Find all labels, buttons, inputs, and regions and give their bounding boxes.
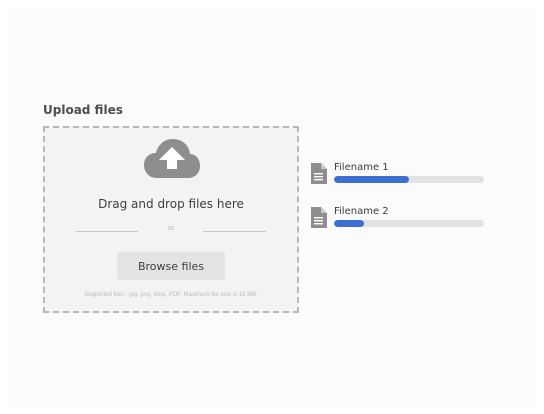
progress-fill	[334, 176, 409, 183]
progress-fill	[334, 220, 364, 227]
file-icon	[311, 163, 327, 184]
browse-files-button[interactable]: Browse files	[117, 252, 225, 280]
supported-files-text: Supported files : jpg, png, bmp, PDF. Ma…	[84, 292, 258, 298]
section-title: Upload files	[43, 103, 123, 117]
file-name: Filename 2	[334, 206, 389, 217]
drag-drop-text: Drag and drop files here	[98, 197, 244, 211]
divider-right	[203, 231, 266, 232]
file-name: Filename 1	[334, 162, 389, 173]
drop-zone[interactable]: Drag and drop files here or Browse files…	[43, 126, 299, 313]
file-icon	[311, 207, 327, 228]
progress-bar	[334, 176, 484, 183]
cloud-upload-icon	[144, 139, 200, 178]
file-item: Filename 2	[310, 206, 490, 230]
file-item: Filename 1	[310, 162, 490, 186]
progress-bar	[334, 220, 484, 227]
